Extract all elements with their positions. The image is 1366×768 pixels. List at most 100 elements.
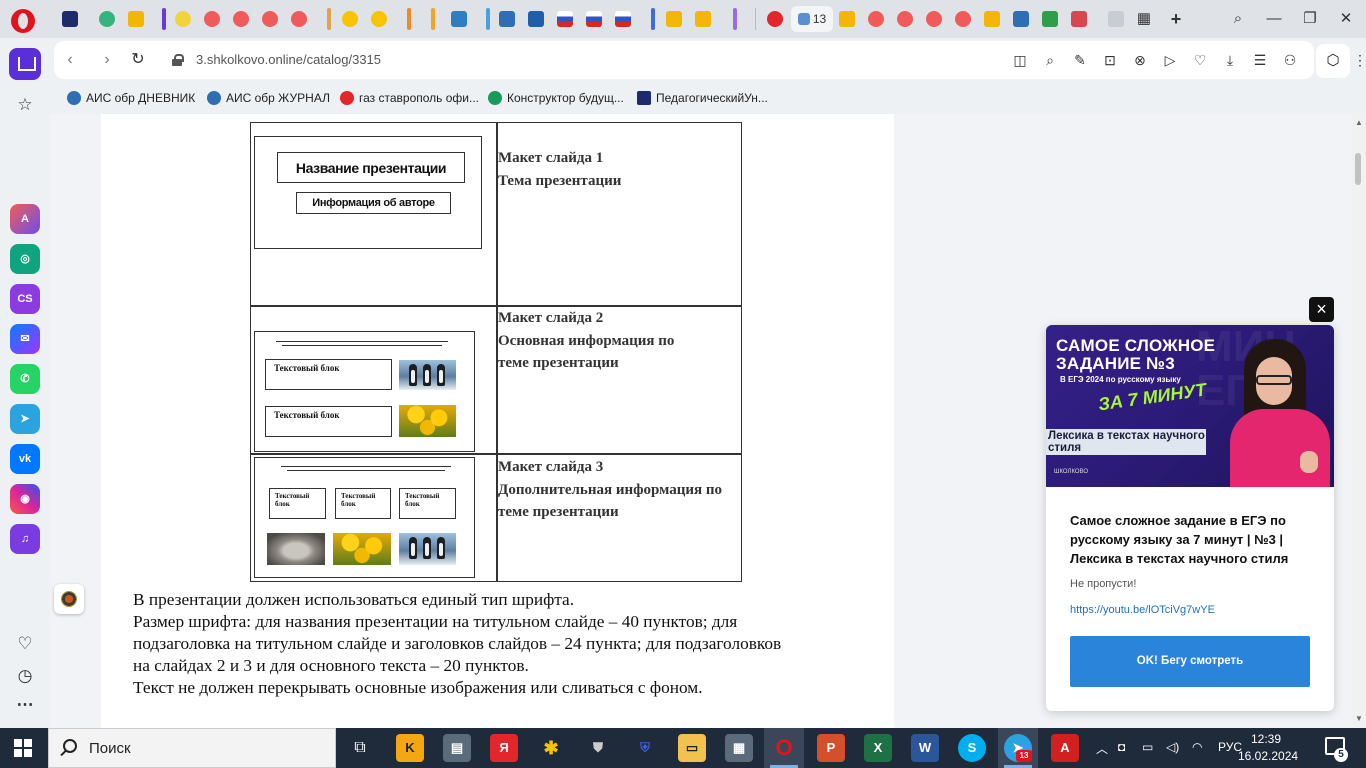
new-tab-button[interactable]: + <box>1164 8 1188 30</box>
tab-red-7[interactable] <box>921 6 947 32</box>
bookmark-ais-dnevnik[interactable]: АИС обр ДНЕВНИК <box>67 90 195 106</box>
tab-green[interactable] <box>94 6 120 32</box>
opera-taskbar-icon[interactable]: O <box>770 734 798 762</box>
telegram-icon[interactable]: ➤ <box>10 404 40 434</box>
edit-icon[interactable]: ✎ <box>1070 50 1090 70</box>
tab-ru-1[interactable] <box>552 6 578 32</box>
task-view-icon[interactable]: ⧉ <box>346 734 374 762</box>
tab-red-2[interactable] <box>228 6 254 32</box>
easy-setup-icon[interactable]: ☰ <box>1250 50 1270 70</box>
shield-icon[interactable]: ⊗ <box>1130 50 1150 70</box>
tab-ais[interactable] <box>1008 6 1034 32</box>
network-icon[interactable]: ◠ <box>1192 740 1202 754</box>
tab-image-2[interactable] <box>661 6 687 32</box>
tab-yandex[interactable] <box>762 6 788 32</box>
tab-play-1[interactable] <box>337 6 363 32</box>
bookmark-pedagogical[interactable]: ПедагогическийУн... <box>637 90 768 106</box>
scrollbar[interactable] <box>1352 114 1366 728</box>
url-text[interactable]: 3.shkolkovo.online/catalog/3315 <box>196 52 381 67</box>
chatgpt-icon[interactable]: ◎ <box>10 244 40 274</box>
tab-mail-2[interactable] <box>523 6 549 32</box>
tab-search-icon[interactable]: ⌕ <box>1226 8 1250 30</box>
acrobat-icon[interactable]: A <box>1051 734 1079 762</box>
more-icon[interactable]: ⋯ <box>14 694 36 716</box>
scroll-up-icon[interactable]: ▲ <box>1354 118 1364 127</box>
tray-app-icon[interactable]: ◘ <box>1118 740 1125 754</box>
download-icon[interactable]: ⤓ <box>1220 50 1240 70</box>
tab-star[interactable] <box>170 6 196 32</box>
minimize-icon[interactable]: — <box>1262 8 1286 30</box>
search-icon[interactable]: ⌕ <box>1040 50 1060 70</box>
instagram-icon[interactable]: ◉ <box>10 484 40 514</box>
windows-start-icon[interactable] <box>14 739 32 757</box>
play-icon[interactable]: ▷ <box>1160 50 1180 70</box>
tab-snapshot[interactable] <box>1103 6 1129 32</box>
scrollbar-thumb[interactable] <box>1355 153 1361 185</box>
popup-close-button[interactable]: × <box>1309 297 1334 322</box>
taskbar-search[interactable]: Поиск <box>48 728 336 768</box>
cs-icon[interactable]: CS <box>10 284 40 314</box>
music-icon[interactable]: ♫ <box>10 524 40 554</box>
tab-book[interactable] <box>446 6 472 32</box>
back-icon[interactable]: ‹ <box>60 50 80 70</box>
tab-ru-2[interactable] <box>581 6 607 32</box>
tab-book-2[interactable] <box>1037 6 1063 32</box>
lock-icon[interactable] <box>172 54 184 66</box>
opera-menu-icon[interactable] <box>11 9 35 33</box>
tab-red-8[interactable] <box>950 6 976 32</box>
tab-image[interactable] <box>123 6 149 32</box>
site-logo-button[interactable] <box>54 584 84 614</box>
watch-button[interactable]: OK! Бегу смотреть <box>1070 636 1310 687</box>
excel-icon[interactable]: X <box>864 734 892 762</box>
scroll-down-icon[interactable]: ▼ <box>1354 714 1364 723</box>
tab-red-4[interactable] <box>286 6 312 32</box>
messenger-icon[interactable]: ✉ <box>10 324 40 354</box>
whatsapp-icon[interactable]: ✆ <box>10 364 40 394</box>
heart-icon[interactable]: ♡ <box>1190 50 1210 70</box>
tab-overview-icon[interactable]: ▦ <box>1132 8 1156 30</box>
scanner-icon[interactable]: ▤ <box>443 734 471 762</box>
powerpoint-icon[interactable]: P <box>817 734 845 762</box>
calculator-icon[interactable]: ▦ <box>725 734 753 762</box>
yandex-music-icon[interactable]: ✱ <box>537 734 565 762</box>
forward-icon[interactable]: › <box>97 50 117 70</box>
reload-icon[interactable]: ↻ <box>128 50 148 70</box>
yandex-browser-icon[interactable]: Я <box>490 734 518 762</box>
tab-active-shkolkovo[interactable]: 13 <box>791 6 833 32</box>
close-window-icon[interactable]: ✕ <box>1334 8 1358 30</box>
tab-red-1[interactable] <box>199 6 225 32</box>
tray-overflow-icon[interactable]: ︿ <box>1096 740 1108 757</box>
battery-icon[interactable]: ▭ <box>1142 740 1153 754</box>
tab-red-3[interactable] <box>257 6 283 32</box>
tab-pedagogical[interactable] <box>57 6 83 32</box>
history-icon[interactable]: ◷ <box>14 665 36 687</box>
camera-icon[interactable]: ⊡ <box>1100 50 1120 70</box>
tab-image-5[interactable] <box>979 6 1005 32</box>
taskbar-clock[interactable]: 12:39 16.02.2024 <box>1238 731 1298 765</box>
tab-red-5[interactable] <box>863 6 889 32</box>
extensions-icon[interactable]: ⬡ <box>1316 44 1350 78</box>
tab-red-6[interactable] <box>892 6 918 32</box>
word-icon[interactable]: W <box>911 734 939 762</box>
bookmark-ais-zhurnal[interactable]: АИС обр ЖУРНАЛ <box>207 90 330 106</box>
file-explorer-icon[interactable]: ▭ <box>678 734 706 762</box>
skype-icon[interactable]: S <box>958 734 986 762</box>
bookmark-gaz[interactable]: газ ставрополь офи... <box>340 90 479 106</box>
menu-icon[interactable]: ⋮ <box>1350 50 1366 70</box>
popup-link[interactable]: https://youtu.be/lOTciVg7wYE <box>1070 604 1215 616</box>
tab-image-3[interactable] <box>690 6 716 32</box>
kontur-icon[interactable]: K <box>396 734 424 762</box>
aria-icon[interactable]: A <box>10 204 40 234</box>
tab-play-2[interactable] <box>366 6 392 32</box>
home-icon[interactable] <box>9 48 41 80</box>
profile-icon[interactable]: ⚇ <box>1280 50 1300 70</box>
emblem-app-icon[interactable]: ⛨ <box>631 734 659 762</box>
tab-ru-3[interactable] <box>610 6 636 32</box>
pinboard-icon[interactable]: ☆ <box>14 94 36 116</box>
split-screen-icon[interactable]: ◫ <box>1010 50 1030 70</box>
maximize-icon[interactable]: ❐ <box>1298 8 1322 30</box>
favorites-icon[interactable]: ♡ <box>14 633 36 655</box>
vk-icon[interactable]: vk <box>10 444 40 474</box>
shield-app-icon[interactable]: ⛊ <box>584 734 612 762</box>
tab-mail[interactable] <box>494 6 520 32</box>
